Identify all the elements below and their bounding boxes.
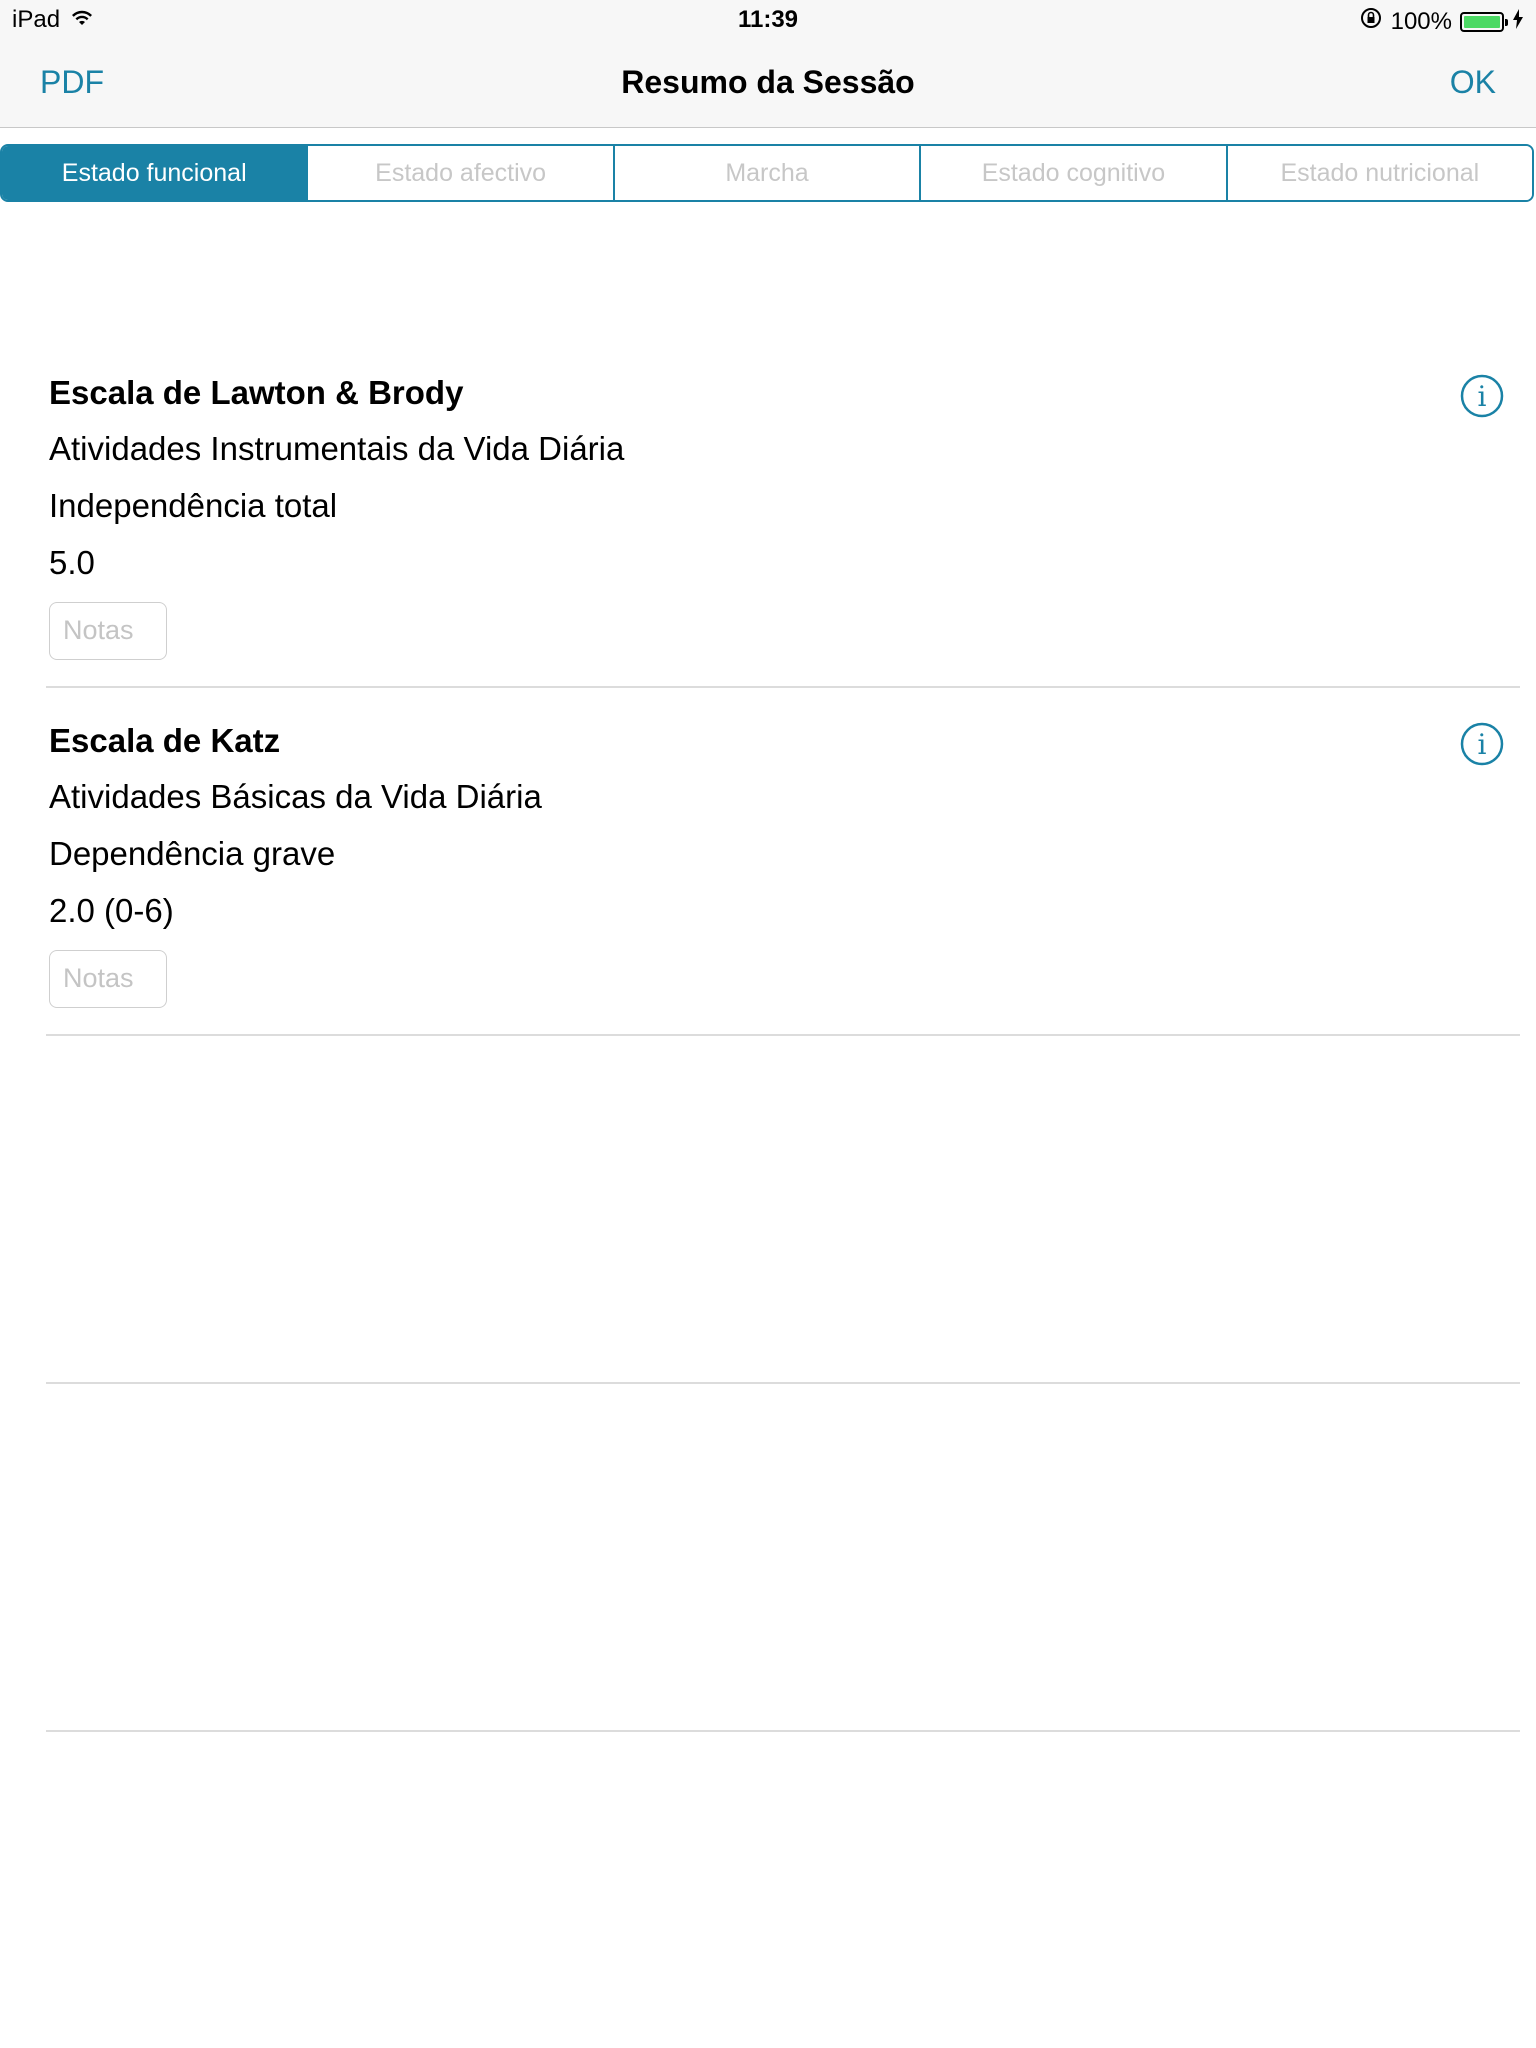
status-bar: iPad 11:39 100% xyxy=(0,0,1536,40)
tab-estado-afectivo[interactable]: Estado afectivo xyxy=(308,146,615,200)
scale-card-katz: Escala de Katz Atividades Básicas da Vid… xyxy=(46,688,1520,1036)
svg-text:i: i xyxy=(1478,728,1487,761)
battery-icon xyxy=(1460,11,1508,32)
status-right: 100% xyxy=(1359,6,1524,37)
rotation-lock-icon xyxy=(1359,6,1383,37)
scale-result: Dependência grave xyxy=(49,835,336,872)
scale-subtitle: Atividades Instrumentais da Vida Diária xyxy=(49,430,625,467)
empty-row xyxy=(46,1384,1520,1732)
notes-field[interactable]: Notas xyxy=(49,950,167,1008)
charging-bolt-icon xyxy=(1512,8,1524,36)
scale-title: Escala de Lawton & Brody xyxy=(49,374,464,411)
scale-results-list: Escala de Lawton & Brody Atividades Inst… xyxy=(0,340,1536,1732)
scale-subtitle: Atividades Básicas da Vida Diária xyxy=(49,778,542,815)
scale-score: 5.0 xyxy=(49,544,95,581)
svg-text:i: i xyxy=(1478,380,1487,413)
scale-title: Escala de Katz xyxy=(49,722,281,759)
tab-estado-nutricional[interactable]: Estado nutricional xyxy=(1227,146,1532,200)
scale-result: Independência total xyxy=(49,487,338,524)
scale-score: 2.0 (0-6) xyxy=(49,892,174,929)
info-icon[interactable]: i xyxy=(1460,374,1504,418)
session-summary-screen: iPad 11:39 100% PDF Resumo da Sessão OK … xyxy=(0,0,1536,2048)
ok-button[interactable]: OK xyxy=(1450,64,1496,101)
scale-card-lawton-brody: Escala de Lawton & Brody Atividades Inst… xyxy=(46,340,1520,688)
tab-estado-cognitivo[interactable]: Estado cognitivo xyxy=(921,146,1228,200)
battery-percent: 100% xyxy=(1390,7,1452,35)
tab-estado-funcional[interactable]: Estado funcional xyxy=(2,146,309,200)
category-tabs: Estado funcional Estado afectivo Marcha … xyxy=(0,144,1534,202)
empty-row xyxy=(46,1036,1520,1384)
info-icon[interactable]: i xyxy=(1460,722,1504,766)
navigation-bar: PDF Resumo da Sessão OK xyxy=(0,40,1536,128)
notes-field[interactable]: Notas xyxy=(49,602,167,660)
status-time: 11:39 xyxy=(737,6,799,33)
page-title: Resumo da Sessão xyxy=(621,64,915,100)
tab-marcha[interactable]: Marcha xyxy=(614,146,922,200)
